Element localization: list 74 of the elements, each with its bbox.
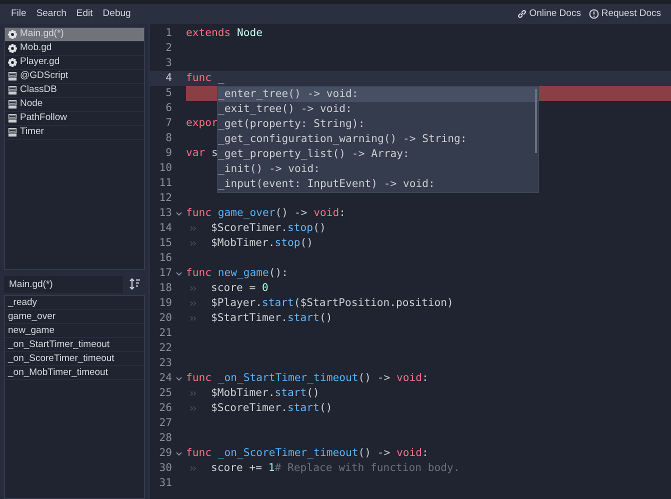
method-item[interactable]: _on_MobTimer_timeout	[5, 366, 144, 380]
line-number: 29	[158, 446, 172, 461]
line-number: 2	[164, 41, 172, 56]
line-number: 10	[158, 161, 172, 176]
script-list-entry[interactable]: ClassDB	[5, 84, 144, 98]
methods-filter-field[interactable]: Main.gd(*)	[4, 276, 123, 293]
line-number: 23	[158, 356, 172, 371]
line-number: 17	[158, 266, 172, 281]
code-line: $StartTimer.start()	[211, 311, 332, 326]
help-link[interactable]: Online Docs	[512, 6, 585, 22]
line-number: 20	[158, 311, 172, 326]
line-number: 14	[158, 221, 172, 236]
method-item[interactable]: new_game	[5, 324, 144, 338]
code-line: func new_game():	[186, 266, 288, 281]
method-item[interactable]: game_over	[5, 310, 144, 324]
line-number: 12	[158, 191, 172, 206]
menu-item[interactable]: Debug	[98, 6, 136, 22]
autocomplete-item[interactable]: _exit_tree() -> void:	[218, 102, 538, 117]
line-number: 13	[158, 206, 172, 221]
line-number: 6	[164, 101, 172, 116]
line-number: 26	[158, 401, 172, 416]
script-list-entry[interactable]: Timer	[5, 126, 144, 140]
code-line: $MobTimer.stop()	[211, 236, 314, 251]
line-number: 22	[158, 341, 172, 356]
line-number: 3	[164, 56, 172, 71]
line-number: 4	[164, 71, 172, 86]
script-list-entry[interactable]: PathFollow	[5, 112, 144, 126]
line-number: 28	[158, 431, 172, 446]
code-line: func _on_StartTimer_timeout() -> void:	[186, 371, 428, 386]
line-number: 16	[158, 251, 172, 266]
code-line: $ScoreTimer.start()	[211, 401, 332, 416]
help-link[interactable]: Request Docs	[584, 6, 665, 22]
code-line: func _	[186, 71, 224, 86]
menu-item[interactable]: Search	[31, 6, 72, 22]
code-line: func _on_ScoreTimer_timeout() -> void:	[186, 446, 428, 461]
code-line: score = 0	[211, 281, 268, 296]
line-number: 15	[158, 236, 172, 251]
code-line: $MobTimer.start()	[211, 386, 320, 401]
line-number: 9	[164, 146, 172, 161]
line-number: 24	[158, 371, 172, 386]
method-item[interactable]: _on_ScoreTimer_timeout	[5, 352, 144, 366]
code-line: var s	[186, 146, 218, 161]
line-number: 7	[164, 116, 172, 131]
line-number: 19	[158, 296, 172, 311]
code-line: extends Node	[186, 26, 263, 41]
script-list-entry[interactable]: @GDScript	[5, 70, 144, 84]
line-number: 8	[164, 131, 172, 146]
code-line: score += 1# Replace with function body.	[211, 461, 460, 476]
method-item[interactable]: _on_StartTimer_timeout	[5, 338, 144, 352]
code-line: $ScoreTimer.stop()	[211, 221, 326, 236]
script-list-entry[interactable]: Player.gd	[5, 56, 144, 70]
line-number: 31	[158, 476, 172, 491]
menu-item[interactable]: Edit	[71, 6, 98, 22]
autocomplete-item[interactable]: _init() -> void:	[218, 162, 538, 177]
method-item[interactable]: _ready	[5, 296, 144, 310]
line-number: 21	[158, 326, 172, 341]
code-line: expor	[186, 116, 218, 131]
line-number: 18	[158, 281, 172, 296]
line-number: 30	[158, 461, 172, 476]
autocomplete-item[interactable]: _enter_tree() -> void:	[218, 87, 538, 102]
autocomplete-item[interactable]: _get_configuration_warning() -> String:	[218, 132, 538, 147]
script-list-entry[interactable]: Node	[5, 98, 144, 112]
script-list-entry[interactable]: Mob.gd	[5, 42, 144, 56]
code-line: $Player.start($StartPosition.position)	[211, 296, 454, 311]
line-number: 5	[164, 86, 172, 101]
line-number: 25	[158, 386, 172, 401]
line-number: 1	[164, 26, 172, 41]
line-number: 27	[158, 416, 172, 431]
menu-item[interactable]: File	[6, 6, 32, 22]
autocomplete-item[interactable]: _get(property: String):	[218, 117, 538, 132]
autocomplete-item[interactable]: _input(event: InputEvent) -> void:	[218, 177, 538, 192]
code-line: func game_over() -> void:	[186, 206, 346, 221]
autocomplete-item[interactable]: _get_property_list() -> Array:	[218, 147, 538, 162]
line-number: 11	[158, 176, 172, 191]
